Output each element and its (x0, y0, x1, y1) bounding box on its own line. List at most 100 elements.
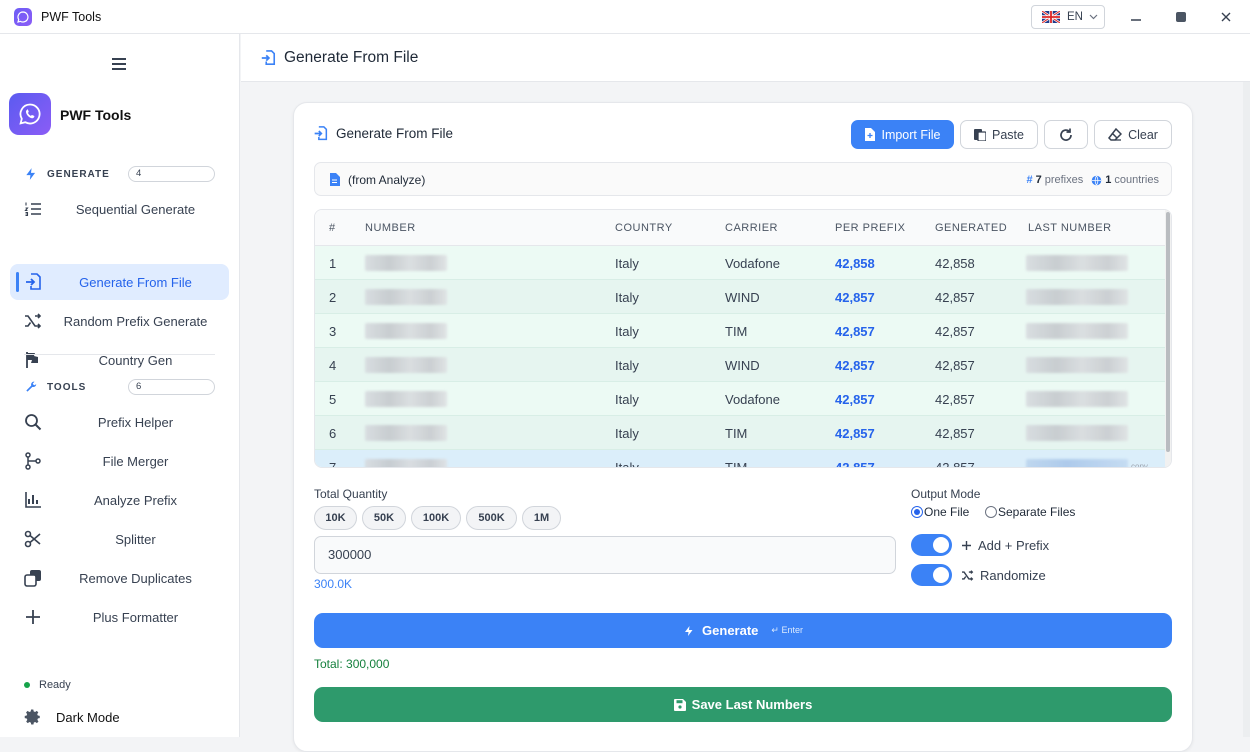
status-dot (24, 682, 30, 688)
radio-indicator (985, 506, 997, 518)
redacted-last-number (1026, 357, 1128, 373)
add-plus-label: Add + Prefix (978, 538, 1050, 553)
table-row[interactable]: 7 Italy TIM 42,857 42,857 copy (315, 450, 1167, 468)
app-logo-icon (14, 8, 32, 26)
plus-icon (24, 608, 42, 626)
lightning-icon (26, 168, 36, 180)
file-plus-icon (865, 128, 876, 141)
dark-mode-toggle[interactable]: Dark Mode (24, 708, 120, 726)
paste-icon (974, 129, 987, 141)
language-selector[interactable]: EN (1031, 5, 1105, 29)
save-icon (673, 698, 686, 711)
generate-button[interactable]: Generate ↵ Enter (314, 613, 1172, 648)
generate-section-header: GENERATE (24, 167, 110, 181)
sidebar-item-plus-formatter[interactable]: Plus Formatter (10, 599, 229, 635)
sidebar-item-label: Remove Duplicates (79, 570, 192, 586)
sidebar-item-file-merger[interactable]: File Merger (10, 443, 229, 479)
sidebar-item-analyze-prefix[interactable]: Analyze Prefix (10, 482, 229, 518)
sidebar-item-label: Plus Formatter (92, 609, 179, 625)
sidebar-item-country-gen[interactable]: Country Gen (10, 342, 229, 378)
hash-icon: # (1026, 174, 1033, 186)
preset-100k-button[interactable]: 100K (411, 506, 461, 530)
cell-n: 5 (329, 392, 337, 407)
randomize-label: Randomize (980, 568, 1046, 583)
redacted-last-number (1026, 391, 1128, 407)
table-row[interactable]: 3 Italy TIM 42,857 42,857 (315, 314, 1167, 348)
paste-button[interactable]: Paste (960, 120, 1038, 149)
table-row[interactable]: 5 Italy Vodafone 42,857 42,857 (315, 382, 1167, 416)
table-row[interactable]: 2 Italy WIND 42,857 42,857 (315, 280, 1167, 314)
save-last-numbers-button[interactable]: Save Last Numbers (314, 687, 1172, 722)
add-plus-label-group: Add + Prefix (961, 538, 1049, 553)
cell-country: Italy (615, 358, 639, 373)
list-ordered-icon (24, 200, 42, 218)
preset-50k-button[interactable]: 50K (362, 506, 406, 530)
refresh-button[interactable] (1044, 120, 1088, 149)
col-country: COUNTRY (615, 222, 673, 234)
col-index: # (329, 222, 336, 234)
card-title: Generate From File (313, 126, 453, 141)
country-count: 1 (1105, 174, 1112, 186)
file-import-icon (314, 126, 328, 141)
sidebar-item-splitter[interactable]: Splitter (10, 521, 229, 557)
minimize-button[interactable] (1127, 8, 1145, 26)
randomize-toggle[interactable] (911, 564, 952, 586)
preset-10k-button[interactable]: 10K (314, 506, 357, 530)
add-plus-toggle[interactable] (911, 534, 952, 556)
redacted-number (365, 289, 447, 305)
sidebar-item-label: Random Prefix Generate (63, 313, 208, 329)
cell-carrier: TIM (725, 426, 748, 441)
cell-per-prefix: 42,857 (835, 460, 875, 468)
sidebar-item-label: File Merger (102, 453, 169, 469)
maximize-button[interactable] (1172, 8, 1190, 26)
brand-logo-icon (9, 93, 51, 135)
redacted-number (365, 425, 447, 441)
tools-section-header: TOOLS (24, 380, 86, 394)
sidebar-item-prefix-helper[interactable]: Prefix Helper (10, 404, 229, 440)
one-file-radio[interactable]: One File (911, 505, 969, 519)
sidebar-item-random-prefix-generate[interactable]: Random Prefix Generate (10, 303, 229, 339)
shuffle-icon (962, 570, 974, 581)
merge-icon (24, 452, 42, 470)
page-scrollbar[interactable] (1243, 82, 1250, 737)
table-row[interactable]: 1 Italy Vodafone 42,858 42,858 (315, 246, 1167, 280)
import-file-button[interactable]: Import File (851, 120, 954, 149)
menu-toggle-button[interactable] (110, 56, 128, 72)
redacted-number (365, 323, 447, 339)
cell-carrier: TIM (725, 324, 748, 339)
eraser-icon (1108, 128, 1123, 141)
table-header: # NUMBER COUNTRY CARRIER PER PREFIX GENE… (315, 210, 1167, 246)
redacted-number (365, 357, 447, 373)
preset-1m-button[interactable]: 1M (522, 506, 561, 530)
scissors-icon (24, 530, 42, 548)
table-scroll-thumb[interactable] (1166, 212, 1170, 452)
prefix-label: prefixes (1044, 174, 1084, 186)
preset-500k-button[interactable]: 500K (466, 506, 517, 530)
close-button[interactable] (1217, 8, 1235, 26)
title-bar: PWF Tools EN (0, 0, 1250, 34)
sidebar-item-generate-from-file[interactable]: Generate From File (10, 264, 229, 300)
sidebar-item-sequential-generate[interactable]: Sequential Generate (10, 191, 229, 227)
cell-per-prefix: 42,857 (835, 358, 875, 373)
copy-link[interactable]: copy (1131, 462, 1148, 467)
cell-generated: 42,857 (935, 426, 975, 441)
enter-shortcut-hint: ↵ Enter (771, 625, 803, 635)
clear-button[interactable]: Clear (1094, 120, 1172, 149)
plus-icon (962, 541, 971, 550)
sidebar-divider (24, 354, 215, 355)
cell-n: 2 (329, 290, 337, 305)
cell-country: Italy (615, 324, 639, 339)
cell-generated: 42,857 (935, 324, 975, 339)
chevron-down-icon (1089, 14, 1098, 20)
redacted-last-number (1026, 459, 1128, 467)
separate-files-label: Separate Files (998, 505, 1076, 519)
file-import-icon (24, 273, 42, 291)
sidebar-item-remove-duplicates[interactable]: Remove Duplicates (10, 560, 229, 596)
table-row[interactable]: 6 Italy TIM 42,857 42,857 (315, 416, 1167, 450)
quantity-input[interactable]: 300000 (314, 536, 896, 574)
col-per-prefix: PER PREFIX (835, 222, 906, 234)
prefix-table: # NUMBER COUNTRY CARRIER PER PREFIX GENE… (314, 209, 1172, 468)
table-row[interactable]: 4 Italy WIND 42,857 42,857 (315, 348, 1167, 382)
table-scrollbar[interactable] (1165, 210, 1171, 467)
separate-files-radio[interactable]: Separate Files (985, 505, 1075, 519)
